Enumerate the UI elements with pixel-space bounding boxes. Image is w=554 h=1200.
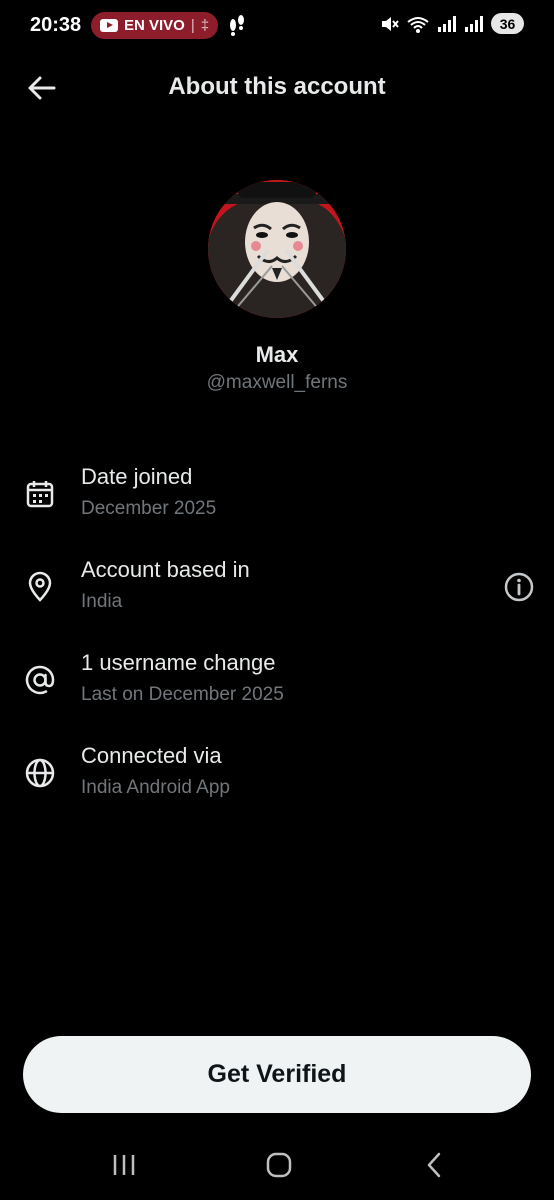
live-suffix: ‡ xyxy=(200,17,210,34)
username-change-title: 1 username change xyxy=(81,650,276,675)
wifi-icon xyxy=(407,16,429,33)
username-change-value: Last on December 2025 xyxy=(81,684,284,705)
avatar-image xyxy=(208,180,346,318)
live-indicator[interactable]: EN VIVO | ‡ xyxy=(91,12,218,39)
battery-indicator: 36 xyxy=(491,13,524,34)
signal-icon-2 xyxy=(465,15,483,32)
globe-icon xyxy=(25,758,55,788)
live-label: EN VIVO xyxy=(124,17,185,34)
at-sign-icon xyxy=(25,665,55,695)
nav-back-icon[interactable] xyxy=(423,1150,445,1180)
info-icon[interactable] xyxy=(503,571,535,603)
info-row-date-joined: Date joined December 2025 xyxy=(0,462,554,532)
mute-icon xyxy=(382,16,399,31)
signal-icon xyxy=(438,15,456,32)
status-bar: 20:38 EN VIVO | ‡ 36 xyxy=(0,0,554,52)
connected-via-title: Connected via xyxy=(81,743,222,768)
status-icons: 36 xyxy=(379,13,524,34)
get-verified-button[interactable]: Get Verified xyxy=(23,1036,531,1113)
calendar-icon xyxy=(26,481,54,508)
profile-name: Max xyxy=(255,342,299,367)
live-separator: | xyxy=(190,17,195,34)
home-icon[interactable] xyxy=(264,1150,294,1180)
info-row-connected-via: Connected via India Android App xyxy=(0,741,554,811)
about-account-screen: 20:38 EN VIVO | ‡ 36 About this account … xyxy=(0,0,554,1200)
date-joined-title: Date joined xyxy=(81,464,193,489)
recent-apps-icon[interactable] xyxy=(110,1152,138,1178)
account-based-in-title: Account based in xyxy=(81,557,250,582)
page-title: About this account xyxy=(168,73,386,100)
steps-icon xyxy=(230,15,244,36)
account-based-in-value: India xyxy=(81,591,123,612)
status-time: 20:38 xyxy=(30,14,82,36)
info-row-account-based-in: Account based in India xyxy=(0,555,554,625)
youtube-icon xyxy=(100,19,118,32)
info-row-username-change: 1 username change Last on December 2025 xyxy=(0,648,554,718)
avatar[interactable] xyxy=(208,180,346,318)
date-joined-value: December 2025 xyxy=(81,498,217,519)
profile-handle: @maxwell_ferns xyxy=(206,372,348,393)
connected-via-value: India Android App xyxy=(81,777,230,798)
location-pin-icon xyxy=(28,571,52,602)
